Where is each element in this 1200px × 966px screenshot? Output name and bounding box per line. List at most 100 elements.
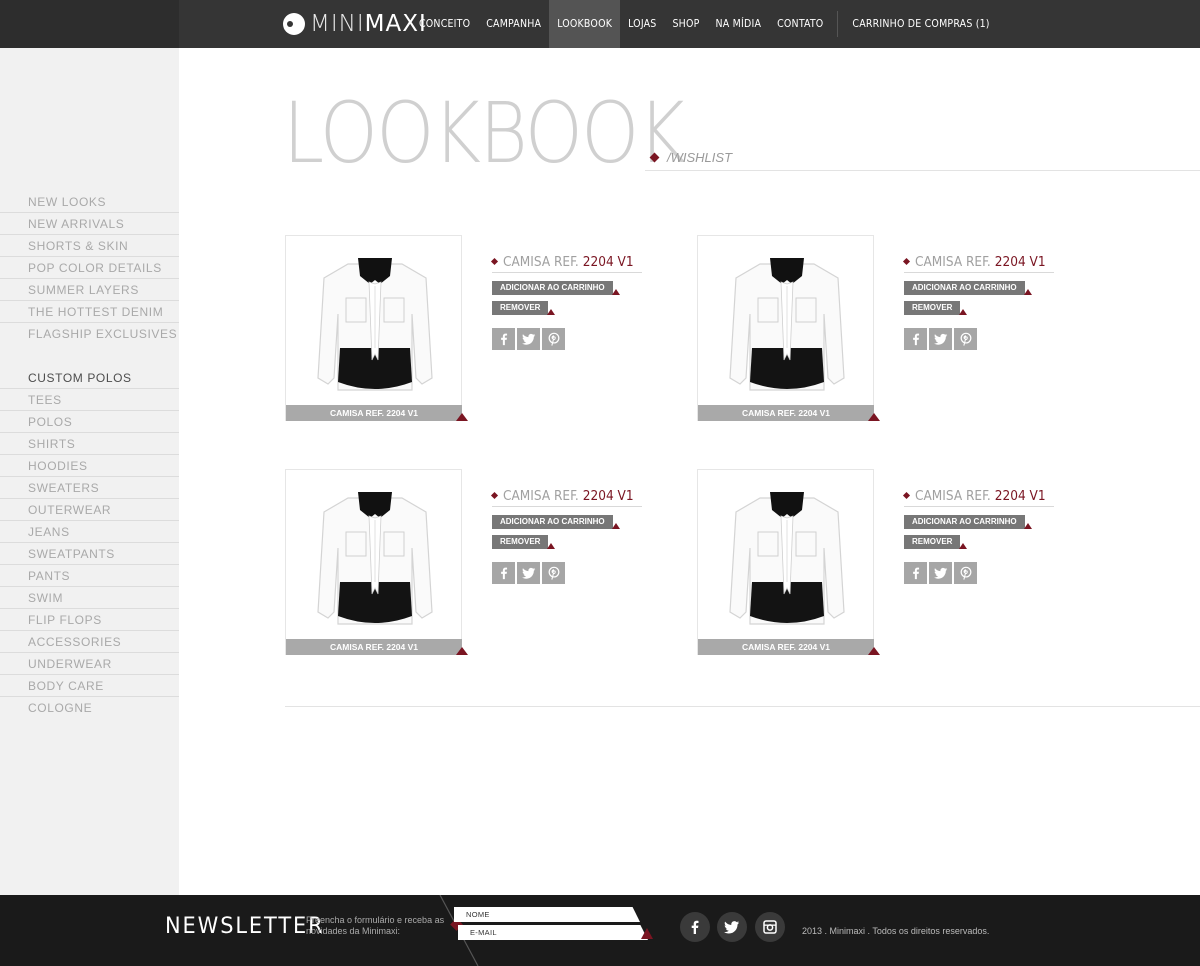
nav-item-shop[interactable]: SHOP bbox=[664, 0, 707, 48]
sidebar-item-tees[interactable]: TEES bbox=[0, 389, 179, 411]
twitter-icon[interactable] bbox=[517, 562, 540, 584]
subtitle-text: /WISHLIST bbox=[667, 150, 733, 165]
twitter-icon[interactable] bbox=[717, 912, 747, 942]
instagram-icon[interactable] bbox=[755, 912, 785, 942]
add-to-cart-button[interactable]: ADICIONAR AO CARRINHO bbox=[492, 281, 620, 295]
remove-button[interactable]: REMOVER bbox=[904, 535, 968, 549]
add-to-cart-button[interactable]: ADICIONAR AO CARRINHO bbox=[492, 515, 620, 529]
logo-word-mini: MINI bbox=[310, 11, 365, 37]
newsletter-name-field[interactable]: NOME bbox=[454, 907, 640, 922]
nav-item-campanha[interactable]: CAMPANHA bbox=[478, 0, 549, 48]
sidebar-item-hottest-denim[interactable]: THE HOTTEST DENIM bbox=[0, 301, 179, 323]
top-navigation-bar: MINI MAXI CONCEITO CAMPANHA LOOKBOOK LOJ… bbox=[0, 0, 1200, 48]
page-title: LOOKBOOK bbox=[283, 84, 686, 182]
nav-item-lojas[interactable]: LOJAS bbox=[620, 0, 664, 48]
corner-triangle-icon bbox=[868, 647, 880, 655]
footer: NEWSLETTER Preencha o formulário e receb… bbox=[0, 895, 1200, 966]
product-thumbnail[interactable]: CAMISA REF. 2204 V1 bbox=[285, 235, 468, 421]
title-divider bbox=[645, 170, 1200, 171]
add-to-cart-button[interactable]: ADICIONAR AO CARRINHO bbox=[904, 281, 1032, 295]
shirt-image bbox=[317, 258, 433, 391]
pinterest-icon[interactable] bbox=[954, 562, 977, 584]
shirt-image bbox=[729, 258, 845, 391]
twitter-icon[interactable] bbox=[517, 328, 540, 350]
remove-button[interactable]: REMOVER bbox=[492, 535, 556, 549]
product-name: CAMISA REF. bbox=[503, 487, 579, 504]
diamond-bullet-icon bbox=[490, 491, 499, 500]
remove-button[interactable]: REMOVER bbox=[492, 301, 556, 315]
categories-list: CUSTOM POLOS TEES POLOS SHIRTS HOODIES S… bbox=[0, 367, 179, 719]
sidebar-item-flagship-exclusives[interactable]: FLAGSHIP EXCLUSIVES bbox=[0, 323, 179, 345]
pinterest-icon[interactable] bbox=[954, 328, 977, 350]
twitter-icon[interactable] bbox=[929, 328, 952, 350]
sidebar-item-pants[interactable]: PANTS bbox=[0, 565, 179, 587]
sidebar-item-shirts[interactable]: SHIRTS bbox=[0, 433, 179, 455]
sidebar-item-body-care[interactable]: BODY CARE bbox=[0, 675, 179, 697]
facebook-icon[interactable] bbox=[492, 562, 515, 584]
shirt-image bbox=[317, 492, 433, 625]
product-info: CAMISA REF. 2204 V1 ADICIONAR AO CARRINH… bbox=[902, 488, 1064, 584]
content-divider bbox=[285, 706, 1200, 707]
shopping-cart-link[interactable]: CARRINHO DE COMPRAS (1) bbox=[844, 0, 997, 48]
sidebar-item-hoodies[interactable]: HOODIES bbox=[0, 455, 179, 477]
share-buttons bbox=[492, 562, 652, 584]
sidebar: NEW LOOKS NEW ARRIVALS SHORTS & SKIN POP… bbox=[0, 48, 179, 895]
facebook-icon[interactable] bbox=[492, 328, 515, 350]
sidebar-item-sweatpants[interactable]: SWEATPANTS bbox=[0, 543, 179, 565]
facebook-icon[interactable] bbox=[904, 328, 927, 350]
product-info: CAMISA REF. 2204 V1 ADICIONAR AO CARRINH… bbox=[490, 487, 652, 584]
sidebar-item-custom-polos[interactable]: CUSTOM POLOS bbox=[0, 367, 179, 389]
copyright-text: 2013 . Minimaxi . Todos os direitos rese… bbox=[802, 926, 990, 936]
diamond-bullet-icon bbox=[902, 257, 911, 266]
product-caption: CAMISA REF. 2204 V1 bbox=[286, 405, 462, 421]
sidebar-item-cologne[interactable]: COLOGNE bbox=[0, 697, 179, 719]
sidebar-item-pop-color-details[interactable]: POP COLOR DETAILS bbox=[0, 257, 179, 279]
sidebar-item-jeans[interactable]: JEANS bbox=[0, 521, 179, 543]
product-title: CAMISA REF. 2204 V1 bbox=[490, 487, 642, 507]
sidebar-item-new-arrivals[interactable]: NEW ARRIVALS bbox=[0, 213, 179, 235]
sidebar-item-swim[interactable]: SWIM bbox=[0, 587, 179, 609]
pinterest-icon[interactable] bbox=[542, 562, 565, 584]
remove-button[interactable]: REMOVER bbox=[904, 301, 968, 315]
add-to-cart-button[interactable]: ADICIONAR AO CARRINHO bbox=[904, 515, 1032, 529]
diamond-bullet-icon bbox=[649, 152, 660, 163]
sidebar-item-polos[interactable]: POLOS bbox=[0, 411, 179, 433]
share-buttons bbox=[492, 328, 652, 350]
nav-item-conceito[interactable]: CONCEITO bbox=[411, 0, 478, 48]
nav-item-na-midia[interactable]: NA MÍDIA bbox=[708, 0, 770, 48]
twitter-icon[interactable] bbox=[929, 562, 952, 584]
sidebar-item-shorts-skin[interactable]: SHORTS & SKIN bbox=[0, 235, 179, 257]
facebook-icon[interactable] bbox=[904, 562, 927, 584]
pinterest-icon[interactable] bbox=[542, 328, 565, 350]
page-subtitle: /WISHLIST bbox=[649, 150, 733, 165]
sidebar-item-summer-layers[interactable]: SUMMER LAYERS bbox=[0, 279, 179, 301]
corner-triangle-icon bbox=[456, 413, 468, 421]
facebook-icon[interactable] bbox=[680, 912, 710, 942]
product-caption: CAMISA REF. 2204 V1 bbox=[698, 405, 874, 421]
sidebar-item-flip-flops[interactable]: FLIP FLOPS bbox=[0, 609, 179, 631]
corner-triangle-icon bbox=[868, 413, 880, 421]
sidebar-item-outerwear[interactable]: OUTERWEAR bbox=[0, 499, 179, 521]
sidebar-item-underwear[interactable]: UNDERWEAR bbox=[0, 653, 179, 675]
sidebar-item-sweaters[interactable]: SWEATERS bbox=[0, 477, 179, 499]
product-thumbnail[interactable]: CAMISA REF. 2204 V1 bbox=[697, 235, 880, 421]
share-buttons bbox=[904, 328, 1064, 350]
sidebar-item-new-looks[interactable]: NEW LOOKS bbox=[0, 191, 179, 213]
product-thumbnail[interactable]: CAMISA REF. 2204 V1 bbox=[285, 469, 468, 655]
minimaxi-logo[interactable]: MINI MAXI bbox=[283, 10, 427, 38]
newsletter-form: NOME E-MAIL bbox=[450, 907, 653, 943]
submit-arrow-icon[interactable] bbox=[641, 928, 653, 939]
product-name: CAMISA REF. bbox=[915, 253, 991, 270]
newsletter-email-field[interactable]: E-MAIL bbox=[458, 925, 648, 940]
nav-item-lookbook[interactable]: LOOKBOOK bbox=[549, 0, 621, 48]
product-info: CAMISA REF. 2204 V1 ADICIONAR AO CARRINH… bbox=[902, 253, 1064, 350]
newsletter-title: NEWSLETTER bbox=[165, 914, 325, 939]
diamond-bullet-icon bbox=[490, 257, 499, 266]
sidebar-item-accessories[interactable]: ACCESSORIES bbox=[0, 631, 179, 653]
product-ref: 2204 V1 bbox=[994, 253, 1046, 270]
nav-item-contato[interactable]: CONTATO bbox=[769, 0, 831, 48]
product-name: CAMISA REF. bbox=[503, 253, 579, 270]
main-nav: CONCEITO CAMPANHA LOOKBOOK LOJAS SHOP NA… bbox=[411, 0, 998, 48]
product-thumbnail[interactable]: CAMISA REF. 2204 V1 bbox=[697, 469, 880, 655]
product-ref: 2204 V1 bbox=[582, 253, 634, 270]
